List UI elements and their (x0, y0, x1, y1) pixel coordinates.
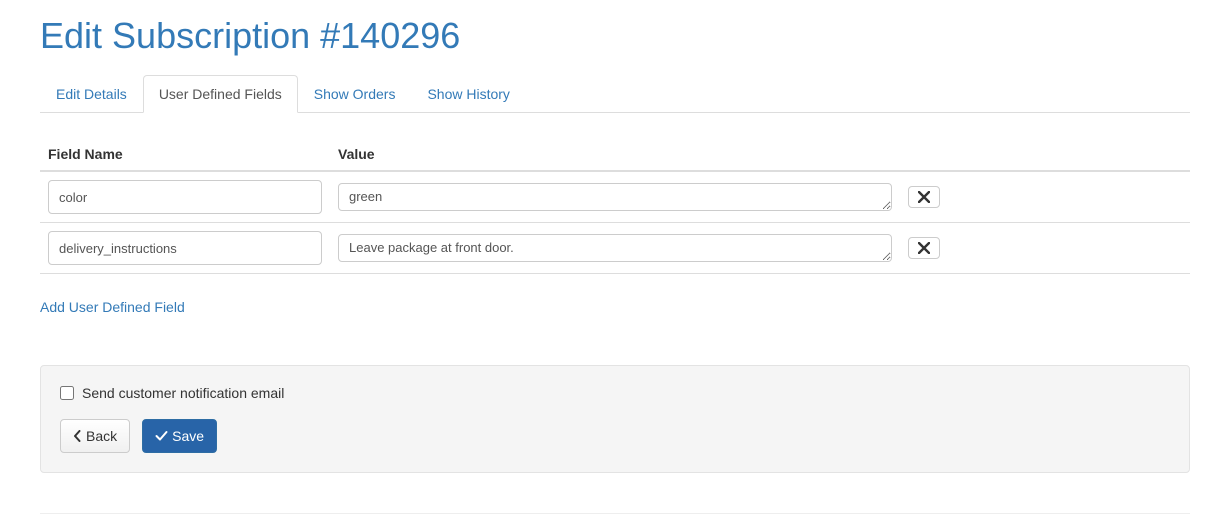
tab-user-defined-fields-link[interactable]: User Defined Fields (143, 75, 298, 113)
tab-show-history: Show History (411, 75, 525, 113)
field-value-input[interactable] (338, 234, 892, 262)
delete-row-button[interactable] (908, 186, 940, 208)
notify-checkbox-row[interactable]: Send customer notification email (60, 385, 1170, 401)
close-icon (918, 191, 930, 203)
tab-edit-details: Edit Details (40, 75, 143, 113)
notify-checkbox[interactable] (60, 386, 74, 400)
divider (40, 513, 1190, 514)
back-button-label: Back (86, 426, 117, 446)
user-defined-fields-table: Field Name Value (40, 138, 1190, 274)
page-title: Edit Subscription #140296 (40, 15, 1190, 57)
table-row (40, 223, 1190, 274)
field-value-input[interactable] (338, 183, 892, 211)
chevron-left-icon (73, 430, 82, 442)
field-name-input[interactable] (48, 231, 322, 265)
save-button-label: Save (172, 426, 204, 446)
actions-panel: Send customer notification email Back Sa… (40, 365, 1190, 473)
column-header-field-name: Field Name (40, 138, 330, 171)
close-icon (918, 242, 930, 254)
back-button[interactable]: Back (60, 419, 130, 453)
notify-label: Send customer notification email (82, 385, 284, 401)
add-user-defined-field-link[interactable]: Add User Defined Field (40, 299, 185, 315)
nav-tabs: Edit Details User Defined Fields Show Or… (40, 75, 1190, 113)
save-button[interactable]: Save (142, 419, 217, 453)
column-header-value: Value (330, 138, 900, 171)
tab-user-defined-fields: User Defined Fields (143, 75, 298, 113)
table-row (40, 171, 1190, 223)
delete-row-button[interactable] (908, 237, 940, 259)
tab-edit-details-link[interactable]: Edit Details (40, 75, 143, 113)
check-icon (155, 430, 168, 442)
tab-show-history-link[interactable]: Show History (411, 75, 525, 113)
field-name-input[interactable] (48, 180, 322, 214)
tab-show-orders-link[interactable]: Show Orders (298, 75, 412, 113)
tab-show-orders: Show Orders (298, 75, 412, 113)
